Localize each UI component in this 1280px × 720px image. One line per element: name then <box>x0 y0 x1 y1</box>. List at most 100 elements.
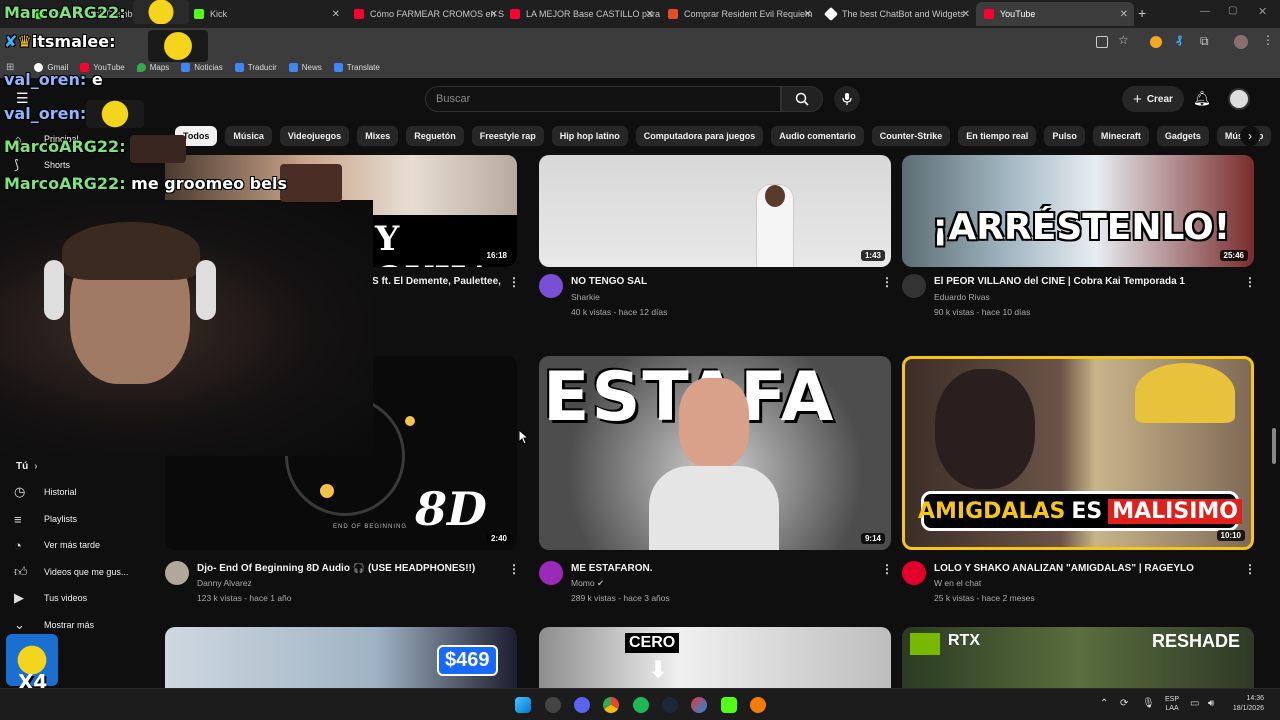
chip-musica[interactable]: Música <box>225 126 272 146</box>
video-title[interactable]: NO TENGO SAL <box>571 276 871 287</box>
more-options-icon[interactable]: ⋮ <box>508 562 520 576</box>
tab-youtube-cromos[interactable]: Cómo FARMEAR CROMOS en S ✕ <box>346 2 504 26</box>
sidebar-item-ver-mas-tarde[interactable]: ◔ Ver más tarde <box>0 532 165 558</box>
more-options-icon[interactable]: ⋮ <box>881 562 893 576</box>
bookmark-maps[interactable]: Maps <box>136 62 169 72</box>
install-app-icon[interactable] <box>1096 36 1108 48</box>
bookmark-traducir[interactable]: Traducir <box>234 62 277 72</box>
new-tab-button[interactable]: + <box>1138 5 1146 21</box>
settings-gear-icon[interactable] <box>545 697 561 713</box>
windows-start-icon[interactable] <box>515 697 531 713</box>
tab-resident-evil[interactable]: Comprar Resident Evil Requiem ✕ <box>660 2 818 26</box>
sidebar-item-historial[interactable]: ◷ Historial <box>0 479 165 505</box>
video-thumbnail[interactable]: AMIGDALAS ES MALISIMO 10:10 <box>902 356 1254 550</box>
chip-mixes[interactable]: Mixes <box>357 126 399 146</box>
chip-counter-strike[interactable]: Counter-Strike <box>871 126 951 146</box>
close-tab-icon[interactable]: ✕ <box>332 9 340 20</box>
video-title[interactable]: LOLO Y SHAKO ANALIZAN "AMIGDALAS" | RAGE… <box>934 563 1239 574</box>
chevron-right-icon[interactable]: › <box>1240 126 1260 146</box>
spotify-icon[interactable] <box>633 697 649 713</box>
close-window-button[interactable]: ✕ <box>1258 5 1267 18</box>
chip-gadgets[interactable]: Gadgets <box>1156 126 1209 146</box>
microphone-icon[interactable]: 🎙︎ <box>1142 698 1155 709</box>
extensions-puzzle-icon[interactable]: ⧉ <box>1200 34 1209 49</box>
bookmark-translate[interactable]: Translate <box>333 62 380 72</box>
tab-youtube-castillo[interactable]: LA MEJOR Base CASTILLO para ✕ <box>502 2 660 26</box>
steam-icon[interactable] <box>662 697 678 713</box>
chip-en-tiempo-real[interactable]: En tiempo real <box>958 126 1037 146</box>
discord-icon[interactable] <box>574 697 590 713</box>
more-options-icon[interactable]: ⋮ <box>1244 562 1256 576</box>
browser-menu-icon[interactable]: ⋮ <box>1262 33 1274 47</box>
video-thumbnail[interactable]: CERO ⬇ <box>539 627 891 688</box>
video-title[interactable]: S ft. El Demente, Paulettee, <box>372 276 502 287</box>
chip-freestyle-rap[interactable]: Freestyle rap <box>471 126 544 146</box>
chip-regueton[interactable]: Reguetón <box>406 126 464 146</box>
notifications-bell-icon[interactable]: 🔔︎ <box>1193 90 1211 107</box>
video-title[interactable]: Djo- End Of Beginning 8D Audio 🎧 (USE HE… <box>197 563 497 574</box>
chip-audio-comentario[interactable]: Audio comentario <box>771 126 864 146</box>
create-button[interactable]: + Crear <box>1122 86 1184 112</box>
close-tab-icon[interactable]: ✕ <box>490 9 498 20</box>
channel-avatar[interactable] <box>902 561 926 585</box>
language-indicator[interactable]: ESP LAA <box>1165 695 1179 713</box>
minimize-button[interactable]: — <box>1200 6 1210 17</box>
close-tab-icon[interactable]: ✕ <box>804 9 812 20</box>
video-thumbnail[interactable]: ¡ARRÉSTENLO! 25:46 <box>902 155 1254 267</box>
bookmark-news[interactable]: News <box>288 62 322 72</box>
channel-name[interactable]: Momo ✔︎ <box>571 578 604 589</box>
profile-avatar[interactable] <box>1234 35 1248 49</box>
video-title[interactable]: El PEOR VILLANO del CINE | Cobra Kai Tem… <box>934 276 1234 287</box>
tab-youtube-active[interactable]: YouTube ✕ <box>976 2 1134 26</box>
tab-kick[interactable]: Kick ✕ <box>186 2 346 26</box>
channel-avatar[interactable] <box>165 561 189 585</box>
channel-name[interactable]: Sharkie <box>571 292 600 302</box>
chip-hip-hop-latino[interactable]: Hip hop latino <box>551 126 628 146</box>
voice-search-button[interactable] <box>834 86 860 112</box>
tab-chatbot[interactable]: The best ChatBot and Widgets ✕ <box>818 2 976 26</box>
chip-computadora[interactable]: Computadora para juegos <box>635 126 764 146</box>
chip-minecraft[interactable]: Minecraft <box>1092 126 1149 146</box>
channel-name[interactable]: Eduardo Rivas <box>934 292 990 302</box>
volume-icon[interactable]: 🔊︎ <box>1208 698 1214 709</box>
channel-name[interactable]: Danny Alvarez <box>197 578 252 588</box>
search-input[interactable]: Buscar <box>425 86 781 112</box>
more-options-icon[interactable]: ⋮ <box>881 275 893 289</box>
clock[interactable]: 14:36 18/1/2026 <box>1222 694 1264 714</box>
app-icon[interactable] <box>691 697 707 713</box>
video-title[interactable]: ME ESTAFARON. <box>571 563 871 574</box>
bookmark-star-icon[interactable]: ☆ <box>1118 33 1129 47</box>
channel-avatar[interactable] <box>539 561 563 585</box>
chrome-icon[interactable] <box>603 697 619 713</box>
close-tab-icon[interactable]: ✕ <box>1120 9 1128 20</box>
sidebar-item-liked-videos[interactable]: 👍︎ Videos que me gus... <box>0 559 165 585</box>
sync-icon[interactable]: ⟳ <box>1120 698 1128 709</box>
kick-icon[interactable] <box>721 697 737 713</box>
search-button[interactable] <box>781 86 823 112</box>
video-thumbnail[interactable]: 1:43 <box>539 155 891 267</box>
chip-pulso[interactable]: Pulso <box>1044 126 1085 146</box>
account-avatar[interactable] <box>1228 88 1250 110</box>
sidebar-item-playlists[interactable]: ≡ Playlists <box>0 506 165 532</box>
video-thumbnail[interactable]: RTX RESHADE <box>902 627 1254 688</box>
maximize-button[interactable]: ▢ <box>1228 5 1237 16</box>
video-thumbnail[interactable]: $469 <box>165 627 517 688</box>
chip-videojuegos[interactable]: Videojuegos <box>279 126 350 146</box>
page-scrollbar[interactable] <box>1272 428 1276 464</box>
extension-icon[interactable]: ₰ <box>1176 34 1182 46</box>
video-thumbnail[interactable]: ESTAFA 9:14 <box>539 356 891 550</box>
app-icon[interactable] <box>750 697 766 713</box>
channel-avatar[interactable] <box>539 274 563 298</box>
sidebar-item-tus-videos[interactable]: ▶ Tus videos <box>0 585 165 611</box>
bookmark-noticias[interactable]: Noticias <box>181 62 223 72</box>
channel-avatar[interactable] <box>902 274 926 298</box>
extension-icon[interactable] <box>1150 36 1162 48</box>
more-options-icon[interactable]: ⋮ <box>1244 275 1256 289</box>
close-tab-icon[interactable]: ✕ <box>646 9 654 20</box>
monitor-icon[interactable]: ▭ <box>1190 698 1199 709</box>
chevron-up-icon[interactable]: ⌃ <box>1100 698 1108 709</box>
close-tab-icon[interactable]: ✕ <box>962 9 970 20</box>
channel-name[interactable]: W en el chat <box>934 578 981 588</box>
sidebar-item-tu[interactable]: Tú › <box>0 453 165 479</box>
more-options-icon[interactable]: ⋮ <box>508 275 520 289</box>
